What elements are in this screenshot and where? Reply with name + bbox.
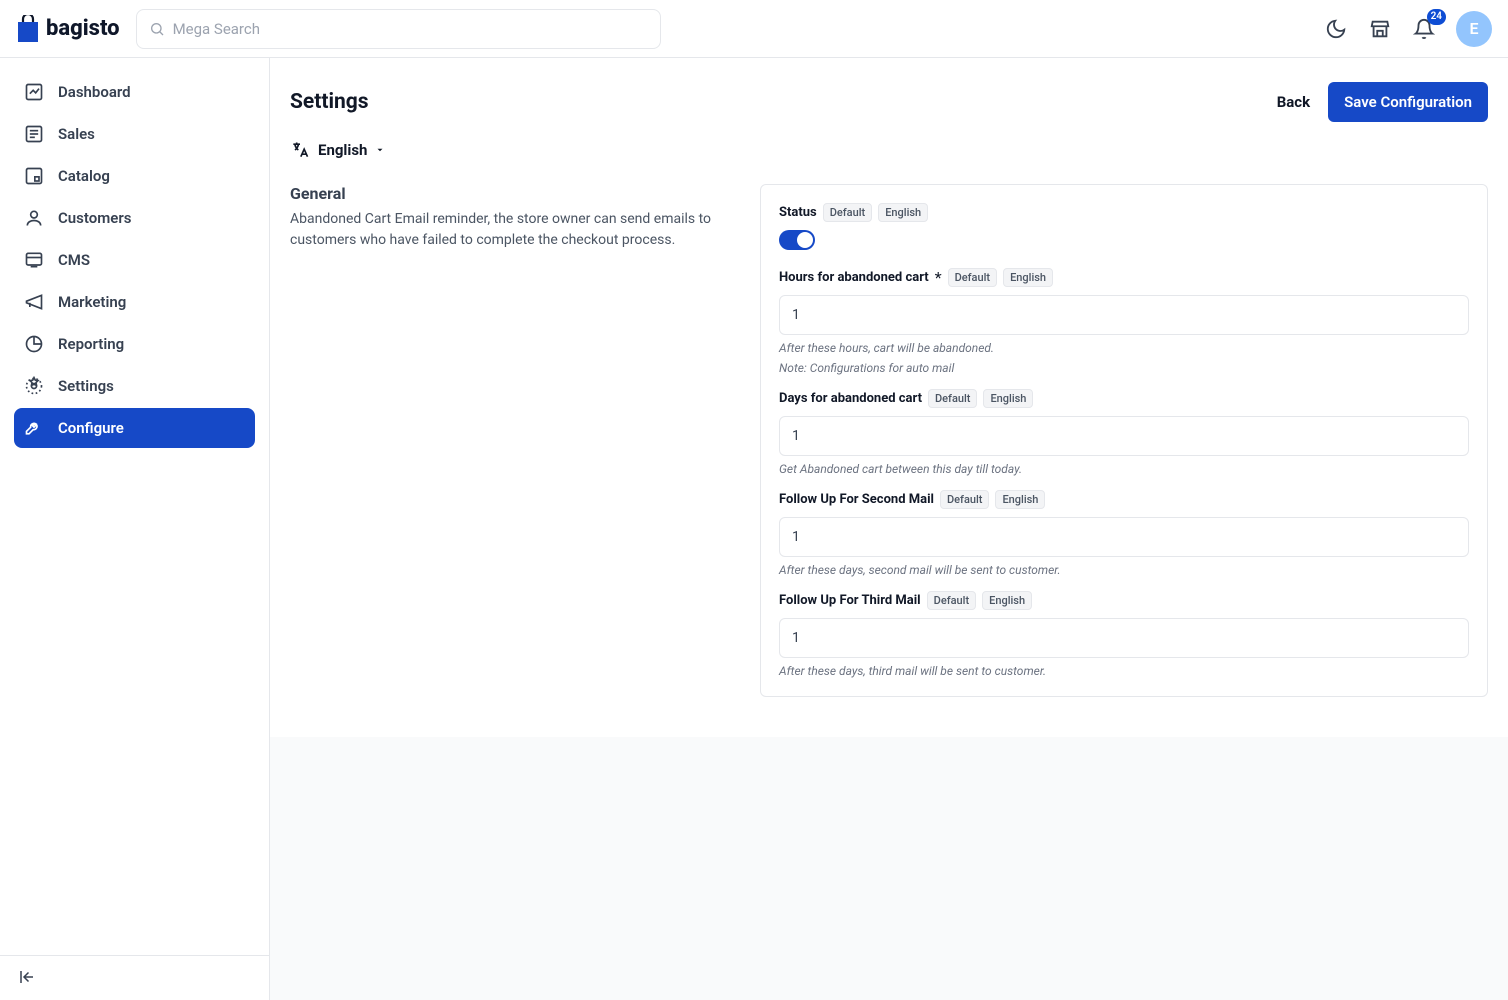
sidebar-collapse-button[interactable] bbox=[18, 968, 38, 988]
sidebar-item-label: Dashboard bbox=[58, 83, 131, 101]
language-select[interactable]: English bbox=[290, 140, 385, 160]
language-label: English bbox=[318, 141, 367, 159]
sales-icon bbox=[24, 124, 44, 144]
section-description: Abandoned Cart Email reminder, the store… bbox=[290, 209, 720, 251]
scope-chip-default: Default bbox=[927, 591, 976, 610]
sidebar-item-configure[interactable]: Configure bbox=[14, 408, 255, 448]
configure-icon bbox=[24, 418, 44, 438]
marketing-icon bbox=[24, 292, 44, 312]
store-icon bbox=[1369, 18, 1391, 40]
chevron-down-icon bbox=[375, 145, 385, 155]
scope-chip-english: English bbox=[982, 591, 1032, 610]
moon-icon bbox=[1325, 18, 1347, 40]
notifications-button[interactable]: 24 bbox=[1412, 17, 1436, 41]
sidebar-item-label: CMS bbox=[58, 251, 90, 269]
sidebar-item-label: Catalog bbox=[58, 167, 110, 185]
third-mail-input[interactable] bbox=[779, 618, 1469, 658]
hours-input[interactable] bbox=[779, 295, 1469, 335]
sidebar-item-customers[interactable]: Customers bbox=[14, 198, 255, 238]
scope-chip-english: English bbox=[983, 389, 1033, 408]
hours-note: Note: Configurations for auto mail bbox=[779, 361, 1469, 375]
notification-badge: 24 bbox=[1427, 9, 1446, 25]
sidebar: Dashboard Sales Catalog Customers CMS Ma… bbox=[0, 58, 270, 1000]
sidebar-item-sales[interactable]: Sales bbox=[14, 114, 255, 154]
hours-help: After these hours, cart will be abandone… bbox=[779, 341, 1469, 355]
avatar[interactable]: E bbox=[1456, 11, 1492, 47]
days-label: Days for abandoned cart bbox=[779, 391, 922, 406]
third-mail-label: Follow Up For Third Mail bbox=[779, 593, 921, 608]
sidebar-item-cms[interactable]: CMS bbox=[14, 240, 255, 280]
scope-chip-default: Default bbox=[823, 203, 872, 222]
sidebar-item-dashboard[interactable]: Dashboard bbox=[14, 72, 255, 112]
header: bagisto 24 E bbox=[0, 0, 1508, 58]
toggle-knob bbox=[797, 232, 813, 248]
third-mail-help: After these days, third mail will be sen… bbox=[779, 664, 1469, 678]
sidebar-item-label: Reporting bbox=[58, 335, 124, 353]
scope-chip-default: Default bbox=[940, 490, 989, 509]
collapse-icon bbox=[18, 968, 36, 986]
section-title: General bbox=[290, 184, 720, 203]
scope-chip-english: English bbox=[878, 203, 928, 222]
search-icon bbox=[149, 21, 165, 37]
sidebar-item-settings[interactable]: Settings bbox=[14, 366, 255, 406]
header-actions: 24 E bbox=[1324, 11, 1492, 47]
brand-name: bagisto bbox=[46, 16, 120, 41]
scope-chip-english: English bbox=[1003, 268, 1053, 287]
save-configuration-button[interactable]: Save Configuration bbox=[1328, 82, 1488, 122]
sidebar-item-label: Customers bbox=[58, 209, 131, 227]
catalog-icon bbox=[24, 166, 44, 186]
main-content: Settings Back Save Configuration English… bbox=[270, 58, 1508, 1000]
status-label: Status bbox=[779, 205, 817, 220]
sidebar-item-reporting[interactable]: Reporting bbox=[14, 324, 255, 364]
sidebar-item-label: Settings bbox=[58, 377, 114, 395]
customers-icon bbox=[24, 208, 44, 228]
sidebar-item-marketing[interactable]: Marketing bbox=[14, 282, 255, 322]
sidebar-item-catalog[interactable]: Catalog bbox=[14, 156, 255, 196]
lower-background bbox=[270, 737, 1508, 1000]
hours-label: Hours for abandoned cart bbox=[779, 270, 929, 285]
required-marker: * bbox=[935, 268, 942, 287]
sidebar-item-label: Sales bbox=[58, 125, 95, 143]
sidebar-item-label: Configure bbox=[58, 419, 124, 437]
second-mail-label: Follow Up For Second Mail bbox=[779, 492, 934, 507]
avatar-initial: E bbox=[1469, 19, 1478, 38]
days-input[interactable] bbox=[779, 416, 1469, 456]
cms-icon bbox=[24, 250, 44, 270]
form-panel: Status Default English Hours for abandon… bbox=[760, 184, 1488, 697]
reporting-icon bbox=[24, 334, 44, 354]
dashboard-icon bbox=[24, 82, 44, 102]
bag-icon bbox=[16, 15, 40, 43]
dark-mode-toggle[interactable] bbox=[1324, 17, 1348, 41]
back-button[interactable]: Back bbox=[1277, 93, 1310, 111]
search-input[interactable] bbox=[173, 20, 648, 38]
scope-chip-default: Default bbox=[948, 268, 997, 287]
days-help: Get Abandoned cart between this day till… bbox=[779, 462, 1469, 476]
settings-icon bbox=[24, 376, 44, 396]
search-box[interactable] bbox=[136, 9, 661, 49]
second-mail-input[interactable] bbox=[779, 517, 1469, 557]
store-switcher[interactable] bbox=[1368, 17, 1392, 41]
status-toggle[interactable] bbox=[779, 230, 815, 250]
second-mail-help: After these days, second mail will be se… bbox=[779, 563, 1469, 577]
scope-chip-english: English bbox=[995, 490, 1045, 509]
translate-icon bbox=[290, 140, 310, 160]
scope-chip-default: Default bbox=[928, 389, 977, 408]
page-title: Settings bbox=[290, 90, 369, 114]
sidebar-item-label: Marketing bbox=[58, 293, 126, 311]
logo[interactable]: bagisto bbox=[16, 15, 120, 43]
